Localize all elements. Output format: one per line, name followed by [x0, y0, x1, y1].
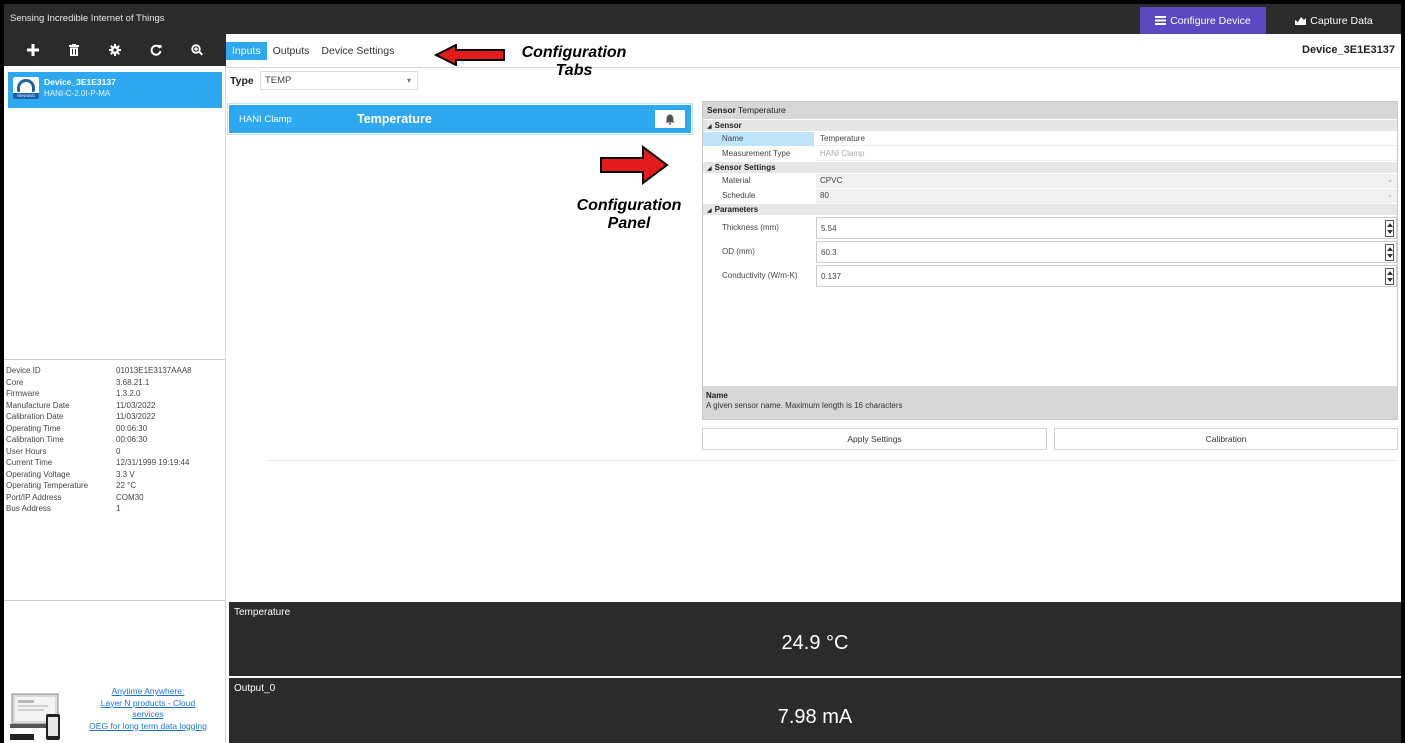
refresh-icon[interactable]	[145, 39, 167, 61]
zoom-icon[interactable]	[186, 39, 208, 61]
property-schedule[interactable]: Schedule 80 ⌄	[703, 189, 1397, 203]
info-row: Current Time 12/31/1999 19:19:44	[6, 458, 190, 467]
property-name[interactable]: Name Temperature	[703, 132, 1397, 146]
divider	[4, 600, 226, 601]
cloud-promo: Anytime Anywhere: Layer N products - Clo…	[4, 682, 226, 743]
device-title: Device_3E1E3137	[1302, 44, 1395, 56]
property-measurement-type: Measurement Type HANI Clamp	[703, 147, 1397, 161]
laptop-phone-image	[10, 693, 60, 740]
category-sensor-settings[interactable]: ◢ Sensor Settings	[703, 162, 1397, 173]
info-row: Core 3.68.21.1	[6, 377, 150, 387]
list-icon	[1155, 16, 1167, 25]
info-row: Operating Temperature 22 °C	[6, 481, 137, 490]
schedule-select[interactable]: 80 ⌄	[816, 189, 1397, 203]
property-od[interactable]: OD (mm) 60.3	[703, 241, 1397, 263]
configure-device-label: Configure Device	[1170, 14, 1251, 27]
app-window: Sensing Incredible Internet of Things Co…	[4, 4, 1401, 743]
property-description: Name A given sensor name. Maximum length…	[703, 386, 1397, 419]
readout-label: Output_0	[234, 683, 276, 694]
calibration-button[interactable]: Calibration	[1054, 428, 1398, 450]
divider	[266, 460, 1398, 461]
property-thickness[interactable]: Thickness (mm) 5.54	[703, 217, 1397, 239]
type-select[interactable]: TEMP ▾	[260, 71, 418, 90]
info-row: Calibration Date 11/03/2022	[6, 412, 156, 421]
sensor-card[interactable]: HANI Clamp Temperature	[227, 103, 693, 135]
material-select[interactable]: CPVC ⌄	[816, 174, 1397, 188]
output-readout: Output_0 7.98 mA	[229, 678, 1401, 743]
info-row: Firmware 1.3.2.0	[6, 389, 141, 398]
sensor-kind: HANI Clamp	[239, 114, 292, 125]
conductivity-input[interactable]: 0.137	[816, 265, 1397, 287]
device-info-table: Device ID 01013E1E3137AAA8 Core 3.68.21.1 …	[4, 366, 226, 516]
name-input[interactable]: Temperature	[816, 132, 1397, 146]
readout-value: 7.98 mA	[777, 706, 853, 728]
area-chart-icon	[1295, 17, 1307, 25]
info-row: Calibration Time 00:06:30	[6, 435, 148, 444]
device-toolbar	[4, 34, 226, 66]
readout-value: 24.9 °C	[781, 632, 849, 654]
spinner-icon[interactable]	[1385, 244, 1394, 261]
chevron-down-icon: ▾	[406, 76, 411, 85]
app-title: Sensing Incredible Internet of Things	[10, 13, 165, 24]
divider	[4, 359, 226, 360]
panel-header: Sensor Temperature	[703, 102, 1397, 119]
capture-data-button[interactable]: Capture Data	[1280, 7, 1388, 34]
info-row: Operating Time 00:06:30	[6, 423, 148, 433]
capture-data-label: Capture Data	[1310, 14, 1373, 27]
tabs-annotation: Configuration Tabs	[521, 44, 627, 79]
tab-outputs[interactable]: Outputs	[267, 42, 316, 60]
arrow-right-icon	[600, 145, 669, 185]
spinner-icon[interactable]	[1385, 220, 1394, 237]
configuration-panel: Sensor Temperature ◢ Sensor Name Temperatu…	[702, 101, 1398, 420]
cloud-services-link[interactable]: Anytime Anywhere: Layer N products - Clo…	[70, 686, 226, 732]
alarm-button[interactable]	[655, 110, 685, 128]
divider	[226, 67, 1401, 68]
chevron-down-icon: ⌄	[1387, 177, 1393, 184]
spinner-icon[interactable]	[1385, 268, 1394, 285]
configure-device-button[interactable]: Configure Device	[1140, 7, 1266, 34]
tab-inputs[interactable]: Inputs	[226, 42, 267, 60]
category-parameters[interactable]: ◢ Parameters	[703, 204, 1397, 215]
tab-device-settings[interactable]: Device Settings	[315, 42, 400, 60]
property-material[interactable]: Material CPVC ⌄	[703, 174, 1397, 188]
info-row: Manufacture Date 11/03/2022	[6, 400, 156, 410]
device-name: Device_3E1E3137	[44, 77, 116, 87]
sensor-name: Temperature	[357, 112, 432, 126]
main-content: Inputs Outputs Device Settings Device_3E…	[226, 34, 1401, 743]
delete-icon[interactable]	[63, 39, 85, 61]
info-row: User Hours 0	[6, 446, 121, 456]
category-sensor[interactable]: ◢ Sensor	[703, 120, 1397, 131]
chevron-down-icon: ⌄	[1387, 192, 1393, 199]
type-value: TEMP	[265, 75, 292, 86]
device-model: HANI-C-2.0I-P-MA	[44, 89, 111, 98]
readout-label: Temperature	[234, 607, 291, 618]
add-icon[interactable]	[22, 39, 44, 61]
info-row: Bus Address 1	[6, 504, 121, 513]
panel-annotation: Configuration Panel	[576, 197, 682, 232]
configuration-tabs: Inputs Outputs Device Settings	[226, 42, 400, 60]
info-row: Device ID 01013E1E3137AAA8	[6, 366, 192, 375]
device-list-item[interactable]: SENSING Device_3E1E3137 HANI-C-2.0I-P-MA	[8, 72, 222, 108]
title-bar: Sensing Incredible Internet of Things Co…	[4, 4, 1401, 34]
bell-icon	[665, 114, 675, 125]
type-label: Type	[230, 75, 254, 87]
info-row: Port/IP Address COM30	[6, 492, 144, 502]
property-conductivity[interactable]: Conductivity (W/m-K) 0.137	[703, 265, 1397, 287]
od-input[interactable]: 60.3	[816, 241, 1397, 263]
thickness-input[interactable]: 5.54	[816, 217, 1397, 239]
apply-settings-button[interactable]: Apply Settings	[702, 428, 1047, 450]
temperature-readout: Temperature 24.9 °C	[229, 602, 1401, 676]
device-sidebar: SENSING Device_3E1E3137 HANI-C-2.0I-P-MA…	[4, 34, 226, 743]
info-row: Operating Voltage 3.3 V	[6, 469, 135, 479]
sensing-logo: SENSING	[13, 77, 39, 99]
gear-icon[interactable]	[104, 39, 126, 61]
arrow-left-icon	[434, 44, 505, 66]
